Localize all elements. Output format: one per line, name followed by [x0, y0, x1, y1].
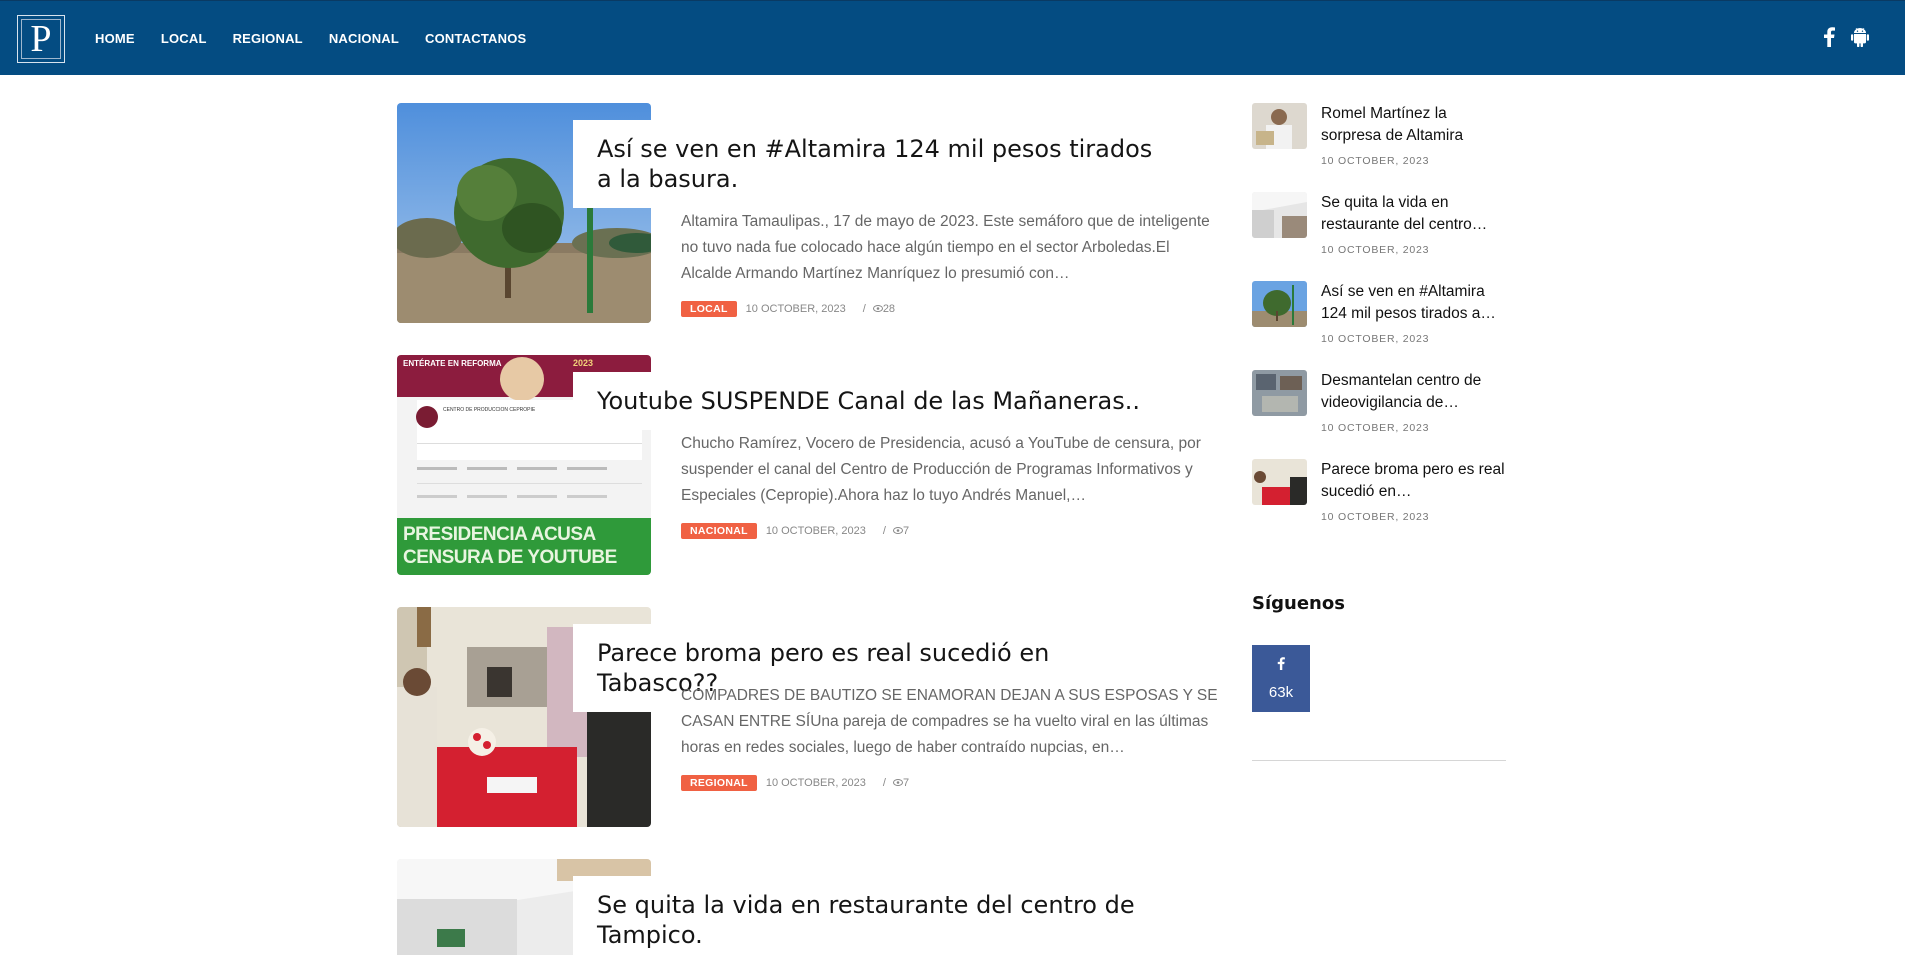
post-card: Así se ven en #Altamira 124 mil pesos ti… [397, 103, 1223, 323]
view-count: 28 [882, 303, 896, 315]
post-card: Se quita la vida en restaurante del cent… [397, 859, 1223, 955]
sidebar-item-title[interactable]: Se quita la vida en restaurante del cent… [1321, 192, 1511, 236]
view-count: 7 [902, 777, 910, 789]
eye-icon [892, 777, 903, 789]
category-badge[interactable]: REGIONAL [681, 775, 757, 791]
sidebar-recent-item[interactable]: Desmantelan centro de videovigilancia de… [1252, 370, 1512, 450]
post-card: Parece broma pero es real sucedió en Tab… [397, 607, 1223, 827]
sidebar-item-title[interactable]: Parece broma pero es real sucedió en… [1321, 459, 1511, 503]
post-title[interactable]: Youtube SUSPENDE Canal de las Mañaneras.… [573, 386, 1169, 416]
post-excerpt: Chucho Ramírez, Vocero de Presidencia, a… [681, 435, 1201, 504]
sidebar-item-date: 10 OCTOBER, 2023 [1321, 155, 1430, 167]
android-icon[interactable] [1851, 27, 1869, 52]
sidebar-recent-item[interactable]: Romel Martínez la sorpresa de Altamira 1… [1252, 103, 1512, 183]
sidebar-recent-item[interactable]: Se quita la vida en restaurante del cent… [1252, 192, 1512, 272]
nav-item-home[interactable]: HOME [95, 31, 135, 46]
post-meta: REGIONAL 10 OCTOBER, 2023 / 7 [681, 775, 909, 791]
post-card: ENTÉRATE EN REFORMA 2023 CENTRO DE PRODU… [397, 355, 1223, 575]
post-date: 10 OCTOBER, 2023 [765, 525, 866, 537]
sidebar-item-date: 10 OCTOBER, 2023 [1321, 244, 1430, 256]
sidebar-recent-item[interactable]: Así se ven en #Altamira 124 mil pesos ti… [1252, 281, 1512, 361]
eye-icon [892, 525, 903, 537]
sidebar-recent-item[interactable]: Parece broma pero es real sucedió en… 10… [1252, 459, 1512, 539]
facebook-icon[interactable] [1823, 27, 1835, 52]
eye-icon [872, 303, 883, 315]
category-badge[interactable]: NACIONAL [681, 523, 757, 539]
sidebar-thumbnail [1252, 103, 1307, 149]
post-title-box: Se quita la vida en restaurante del cent… [573, 876, 1193, 955]
site-logo[interactable]: P [17, 15, 65, 63]
post-meta: LOCAL 10 OCTOBER, 2023 / 28 [681, 301, 895, 317]
sidebar-item-date: 10 OCTOBER, 2023 [1321, 333, 1430, 345]
post-date: 10 OCTOBER, 2023 [765, 777, 866, 789]
thumb-headline: PRESIDENCIA ACUSA CENSURA DE YOUTUBE [403, 524, 617, 568]
sidebar-item-title[interactable]: Desmantelan centro de videovigilancia de… [1321, 370, 1511, 414]
nav-item-nacional[interactable]: NACIONAL [329, 31, 399, 46]
post-excerpt: Altamira Tamaulipas., 17 de mayo de 2023… [681, 213, 1210, 282]
nav-item-local[interactable]: LOCAL [161, 31, 207, 46]
follow-heading: Síguenos [1252, 593, 1345, 614]
sidebar-item-title[interactable]: Romel Martínez la sorpresa de Altamira [1321, 103, 1511, 147]
logo-letter: P [21, 19, 61, 59]
main-nav: HOME LOCAL REGIONAL NACIONAL CONTACTANOS [95, 1, 526, 76]
post-title[interactable]: Así se ven en #Altamira 124 mil pesos ti… [573, 134, 1169, 194]
thumb-overlay-text: ENTÉRATE EN REFORMA [403, 359, 502, 368]
sidebar-item-date: 10 OCTOBER, 2023 [1321, 511, 1430, 523]
sidebar-thumbnail [1252, 459, 1307, 505]
facebook-icon [1252, 657, 1310, 674]
post-title-box: Youtube SUSPENDE Canal de las Mañaneras.… [573, 372, 1193, 430]
top-navbar: P HOME LOCAL REGIONAL NACIONAL CONTACTAN… [0, 0, 1905, 75]
sidebar-divider [1252, 760, 1506, 761]
sidebar-thumbnail [1252, 192, 1307, 238]
meta-separator: / [882, 777, 886, 789]
thumb-channel-name: CENTRO DE PRODUCCION CEPROPIE [443, 407, 536, 413]
facebook-follower-count: 63k [1268, 684, 1294, 701]
post-meta: NACIONAL 10 OCTOBER, 2023 / 7 [681, 523, 909, 539]
sidebar-thumbnail [1252, 281, 1307, 327]
sidebar-thumbnail [1252, 370, 1307, 416]
view-count: 7 [902, 525, 910, 537]
meta-separator: / [882, 525, 886, 537]
category-badge[interactable]: LOCAL [681, 301, 737, 317]
thumb-overlay-year: 2023 [573, 358, 594, 368]
post-excerpt: COMPADRES DE BAUTIZO SE ENAMORAN DEJAN A… [681, 687, 1218, 756]
nav-item-regional[interactable]: REGIONAL [233, 31, 303, 46]
post-title-box: Así se ven en #Altamira 124 mil pesos ti… [573, 120, 1193, 208]
nav-item-contactanos[interactable]: CONTACTANOS [425, 31, 526, 46]
sidebar-item-title[interactable]: Así se ven en #Altamira 124 mil pesos ti… [1321, 281, 1511, 325]
header-social [1823, 27, 1869, 52]
facebook-follow-button[interactable]: 63k [1252, 645, 1310, 712]
post-title[interactable]: Se quita la vida en restaurante del cent… [573, 890, 1169, 950]
meta-separator: / [862, 303, 866, 315]
post-date: 10 OCTOBER, 2023 [745, 303, 846, 315]
sidebar-item-date: 10 OCTOBER, 2023 [1321, 422, 1430, 434]
